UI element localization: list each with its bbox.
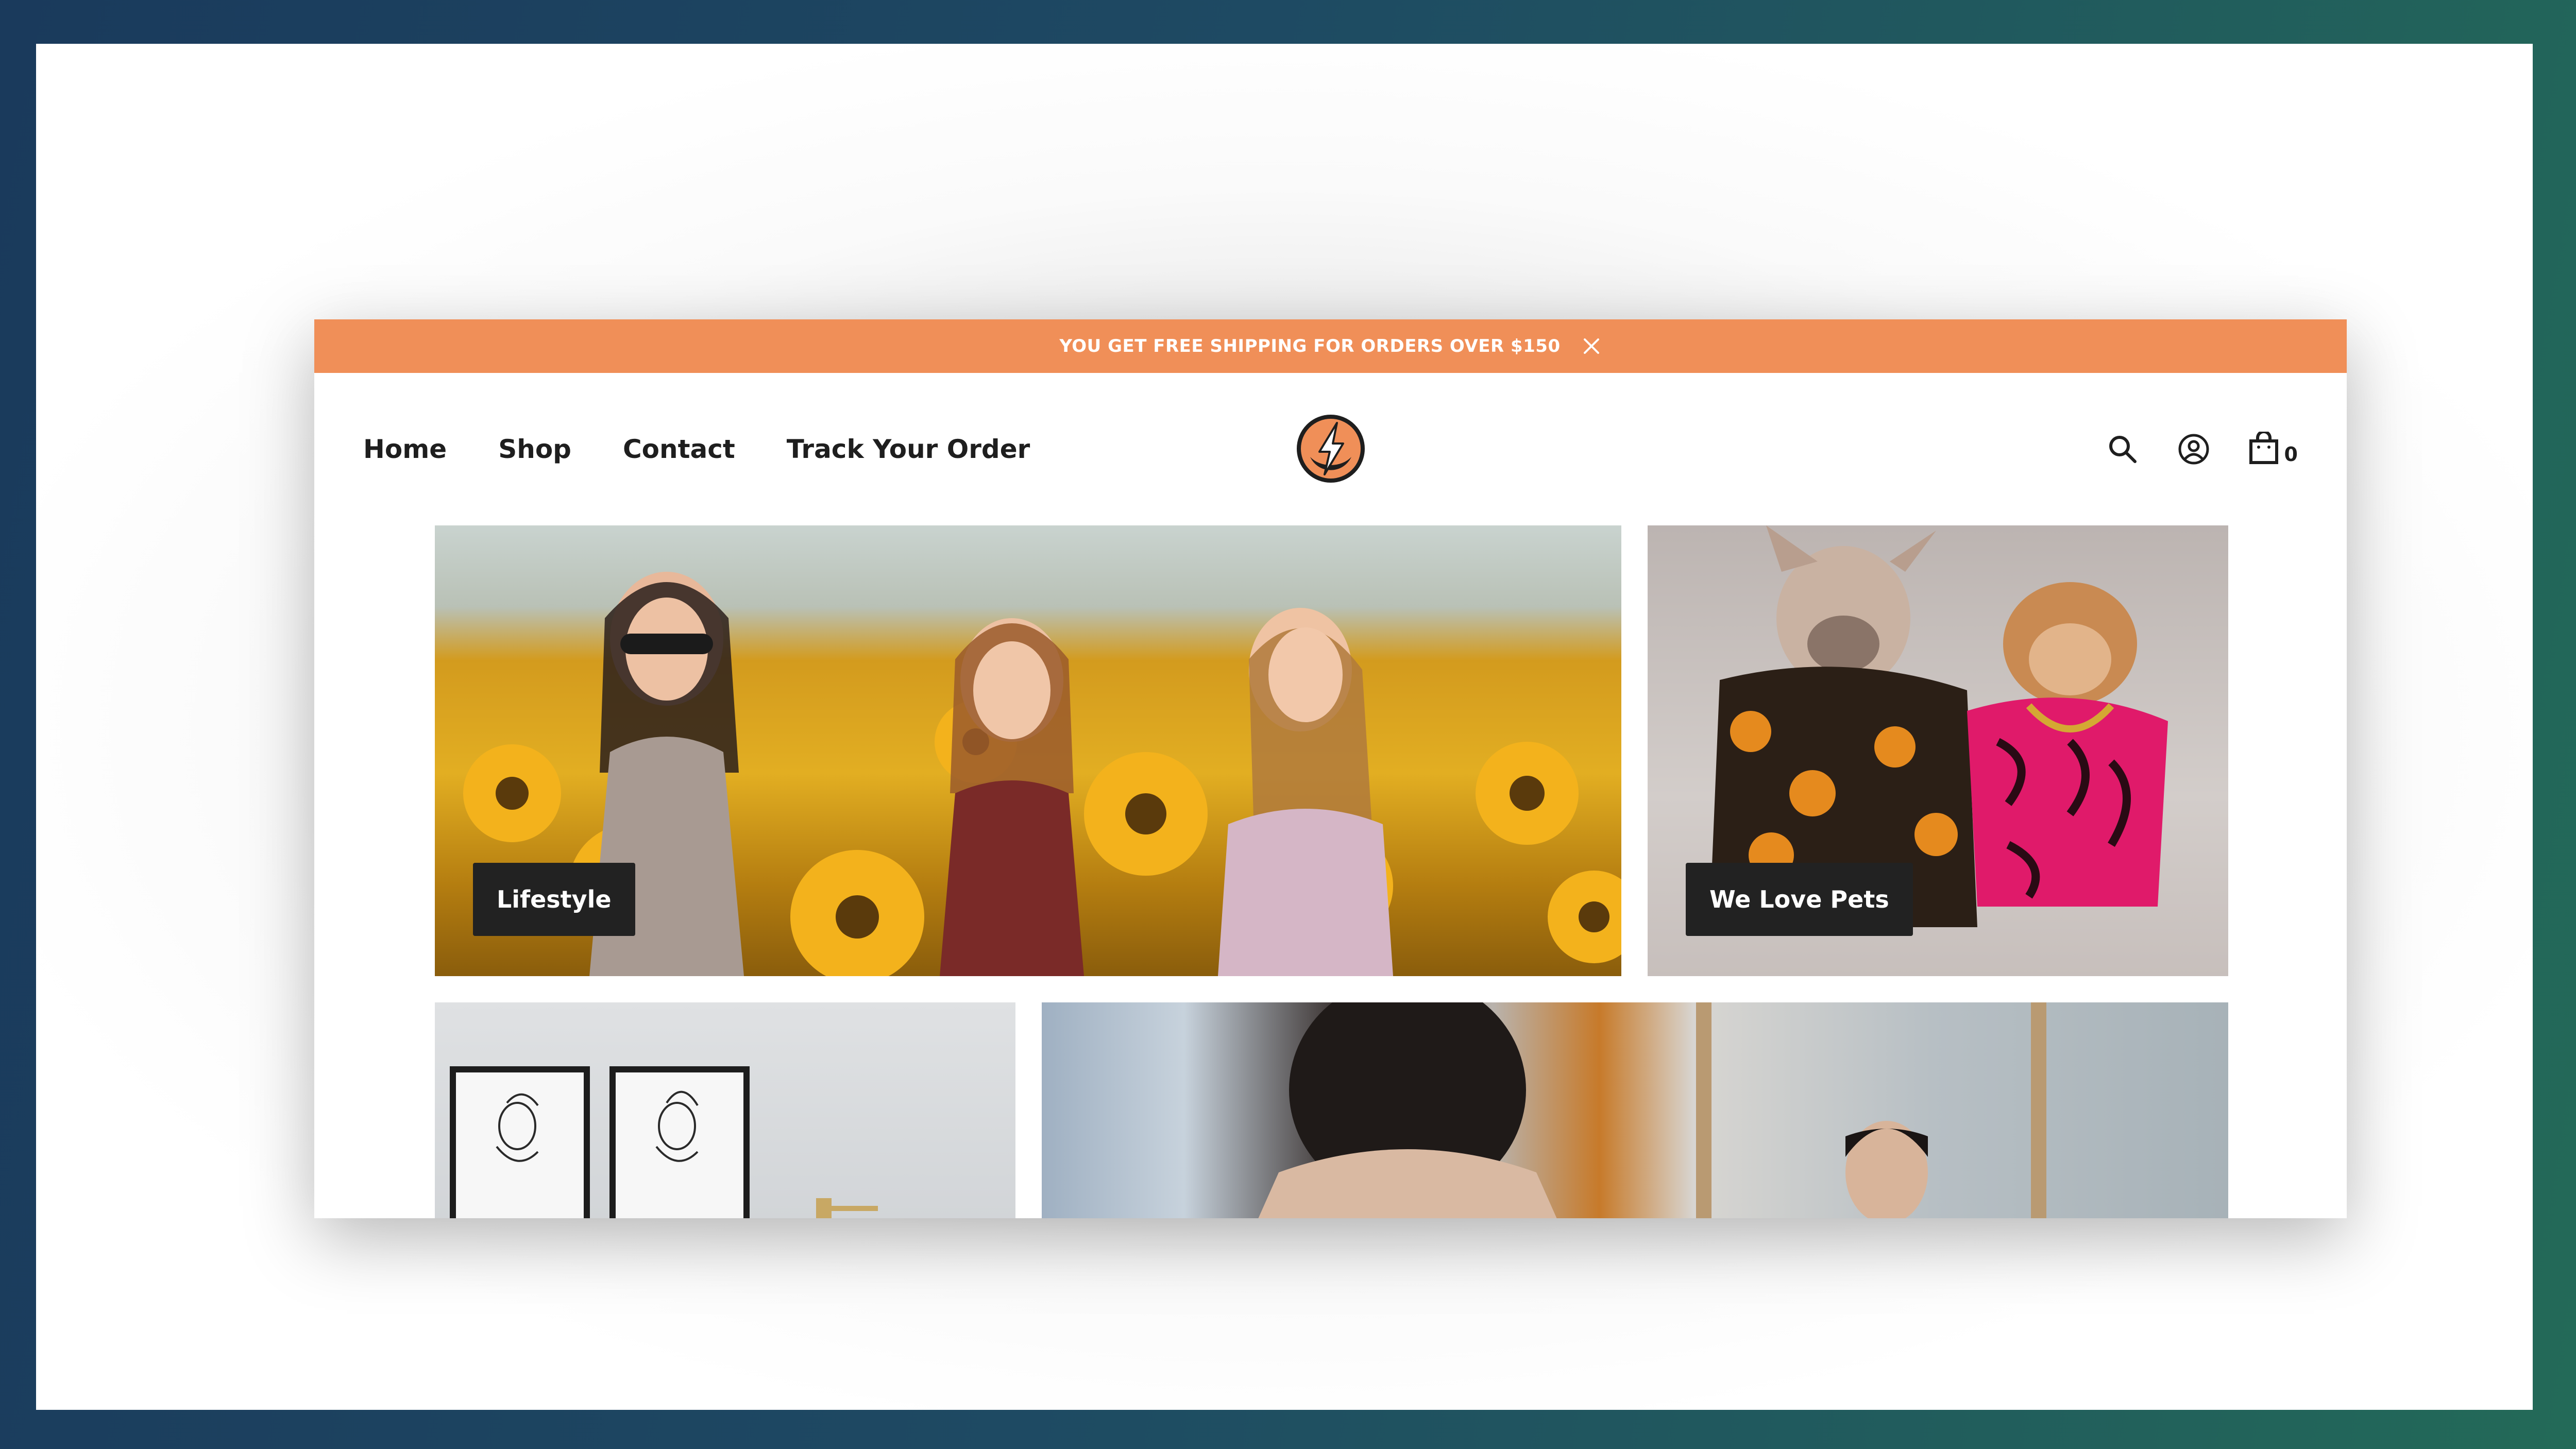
site-header: Home Shop Contact Track Your Order 0	[314, 373, 2347, 525]
shopping-bag-icon	[2248, 430, 2279, 467]
nav-shop[interactable]: Shop	[498, 434, 571, 464]
mirror-portrait-photo	[1258, 1002, 2046, 1218]
collection-tile-we-love-pets[interactable]: We Love Pets	[1648, 525, 2228, 976]
page-backdrop: YOU GET FREE SHIPPING FOR ORDERS OVER $1…	[36, 44, 2533, 1410]
announcement-bar: YOU GET FREE SHIPPING FOR ORDERS OVER $1…	[314, 319, 2347, 373]
close-icon[interactable]	[1581, 336, 1602, 356]
nav-track-your-order[interactable]: Track Your Order	[787, 434, 1030, 464]
announcement-text: YOU GET FREE SHIPPING FOR ORDERS OVER $1…	[1059, 336, 1561, 356]
collection-tile-lifestyle[interactable]: Lifestyle	[435, 525, 1621, 976]
lightning-logo-icon[interactable]	[1296, 414, 1366, 484]
header-actions: 0	[2106, 373, 2298, 525]
nav-contact[interactable]: Contact	[623, 434, 735, 464]
collection-tile-home-decor[interactable]	[435, 1002, 1015, 1218]
cart-count: 0	[2284, 442, 2298, 466]
collection-label-lifestyle: Lifestyle	[473, 863, 635, 936]
nav-home[interactable]: Home	[363, 434, 447, 464]
collection-label-we-love-pets: We Love Pets	[1686, 863, 1913, 936]
collection-tile-fashion[interactable]	[1042, 1002, 2228, 1218]
search-icon[interactable]	[2106, 433, 2139, 466]
storefront-window: YOU GET FREE SHIPPING FOR ORDERS OVER $1…	[314, 319, 2347, 1218]
framed-art-photo	[450, 1066, 878, 1218]
cart-button[interactable]: 0	[2248, 430, 2298, 467]
user-circle-icon[interactable]	[2177, 433, 2210, 466]
main-nav: Home Shop Contact Track Your Order	[363, 373, 1030, 525]
